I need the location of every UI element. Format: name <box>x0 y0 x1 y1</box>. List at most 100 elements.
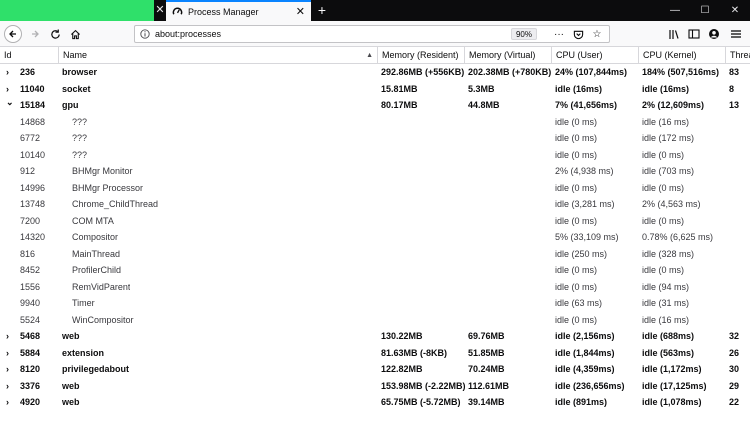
chevron-right-icon[interactable]: › <box>6 328 9 345</box>
cell-memory-resident: 153.98MB (-2.22MB) <box>381 380 466 391</box>
chevron-right-icon[interactable]: › <box>6 345 9 362</box>
cell-cpu-user: idle (0 ms) <box>555 281 598 292</box>
table-row[interactable]: 14996 BHMgr Processor idle (0 ms) idle (0 m… <box>0 180 750 197</box>
cell-name: RemVidParent <box>72 281 131 292</box>
column-header-name-label: Name <box>63 50 88 60</box>
table-row[interactable]: 816 MainThread idle (250 ms) idle (328 ms) <box>0 246 750 263</box>
sidebar-icon[interactable] <box>686 26 702 42</box>
column-header-cpu-user[interactable]: CPU (User) <box>551 47 638 64</box>
column-header-memory-virtual[interactable]: Memory (Virtual) <box>464 47 551 64</box>
table-row[interactable]: 8452 ProfilerChild idle (0 ms) idle (0 ms) <box>0 262 750 279</box>
table-row[interactable]: 14320 Compositor 5% (33,109 ms) 0.78% (6,62… <box>0 229 750 246</box>
column-header-cpu-kernel[interactable]: CPU (Kernel) <box>638 47 725 64</box>
url-input[interactable] <box>155 29 511 39</box>
cell-id: 15184 <box>20 100 46 110</box>
table-row[interactable]: 13748 Chrome_ChildThread idle (3,281 ms) 2%… <box>0 196 750 213</box>
chevron-right-icon[interactable]: › <box>6 378 9 395</box>
table-row[interactable]: 912 BHMgr Monitor 2% (4,938 ms) idle (703 m… <box>0 163 750 180</box>
cell-memory-resident: 81.63MB (-8KB) <box>381 347 448 358</box>
zoom-level-button[interactable]: 90% <box>510 28 537 40</box>
cell-cpu-user: 24% (107,844ms) <box>555 67 628 77</box>
table-row[interactable]: 1556 RemVidParent idle (0 ms) idle (94 ms) <box>0 279 750 296</box>
forward-arrow-icon[interactable] <box>26 25 44 43</box>
column-header-threads[interactable]: Threa <box>725 47 750 64</box>
cell-name: Compositor <box>72 232 119 242</box>
chevron-down-icon[interactable]: ⌄ <box>6 94 14 111</box>
cell-cpu-kernel: idle (0 ms) <box>642 182 685 193</box>
cell-memory-resident: 65.75MB (-5.72MB) <box>381 397 461 407</box>
back-arrow-icon <box>4 25 22 43</box>
navigation-bar: 90% ··· ☆ <box>0 21 750 47</box>
cell-cpu-user: idle (0 ms) <box>555 314 598 325</box>
cell-cpu-user: idle (2,156ms) <box>555 331 615 341</box>
table-row[interactable]: 10140??? idle (0 ms) idle (0 ms) <box>0 147 750 164</box>
cell-cpu-user: idle (63 ms) <box>555 298 603 308</box>
library-icon[interactable] <box>666 26 682 42</box>
info-icon[interactable] <box>140 29 150 39</box>
table-row[interactable]: ⌄ 15184 gpu 80.17MB 44.8MB 7% (41,656ms) 2% (1… <box>0 97 750 114</box>
cell-memory-resident: 15.81MB <box>381 83 418 94</box>
cell-cpu-kernel: idle (16 ms) <box>642 116 690 127</box>
cell-threads: 83 <box>729 67 740 77</box>
table-row[interactable]: 7200 COM MTA idle (0 ms) idle (0 ms) <box>0 213 750 230</box>
cell-name: web <box>62 380 80 391</box>
cell-name: BHMgr Processor <box>72 182 144 193</box>
table-row[interactable]: › 11040 socket 15.81MB 5.3MB idle (16ms) idle … <box>0 81 750 98</box>
cell-name: Chrome_ChildThread <box>72 199 159 209</box>
cell-cpu-kernel: idle (688ms) <box>642 331 695 341</box>
back-button[interactable] <box>4 25 22 43</box>
cell-cpu-user: idle (0 ms) <box>555 133 598 143</box>
cell-memory-virtual: 69.76MB <box>468 331 505 341</box>
url-bar[interactable]: 90% ··· ☆ <box>134 25 610 43</box>
cell-name: privilegedabout <box>62 364 130 374</box>
cell-name: COM MTA <box>72 215 114 226</box>
maximize-icon[interactable]: ☐ <box>690 0 720 21</box>
cell-id: 8120 <box>20 364 41 374</box>
chevron-right-icon[interactable]: › <box>6 64 9 81</box>
cell-cpu-kernel: 2% (4,563 ms) <box>642 199 701 209</box>
close-window-icon[interactable]: ✕ <box>720 0 750 21</box>
table-row[interactable]: › 3376 web 153.98MB (-2.22MB) 112.61MB idle (… <box>0 378 750 395</box>
close-tab-icon[interactable]: ✕ <box>296 5 305 18</box>
cell-cpu-user: idle (891ms) <box>555 397 608 407</box>
table-row[interactable]: › 8120 privilegedabout 122.82MB 70.24MB idle … <box>0 361 750 378</box>
tab-background[interactable] <box>0 0 154 21</box>
tab-process-manager[interactable]: Process Manager ✕ <box>166 0 311 21</box>
hamburger-menu-icon[interactable] <box>728 26 744 42</box>
table-row[interactable]: › 5468 web 130.22MB 69.76MB idle (2,156ms) idl… <box>0 328 750 345</box>
home-icon[interactable] <box>66 25 84 43</box>
chevron-right-icon[interactable]: › <box>6 361 9 378</box>
cell-cpu-user: idle (0 ms) <box>555 215 598 226</box>
table-row[interactable]: › 5884 extension 81.63MB (-8KB) 51.85MB idle … <box>0 345 750 362</box>
cell-threads: 30 <box>729 364 740 374</box>
table-row[interactable]: 6772??? idle (0 ms) idle (172 ms) <box>0 130 750 147</box>
cell-id: 11040 <box>20 83 45 94</box>
table-row[interactable]: › 4920 web 65.75MB (-5.72MB) 39.14MB idle (89… <box>0 394 750 411</box>
account-icon[interactable] <box>706 26 722 42</box>
cell-name: WinCompositor <box>72 314 134 325</box>
cell-name: Timer <box>72 298 95 308</box>
table-row[interactable]: 5524 WinCompositor idle (0 ms) idle (16 ms) <box>0 312 750 329</box>
cell-id: 1556 <box>20 281 41 292</box>
reload-icon[interactable] <box>46 25 64 43</box>
cell-cpu-kernel: 184% (507,516ms) <box>642 67 720 77</box>
pocket-icon[interactable] <box>571 27 585 41</box>
column-header-memory-resident[interactable]: Memory (Resident) <box>377 47 464 64</box>
cell-memory-resident: 130.22MB <box>381 331 423 341</box>
table-row[interactable]: 9940 Timer idle (63 ms) idle (31 ms) <box>0 295 750 312</box>
minimize-icon[interactable]: — <box>660 0 690 21</box>
table-row[interactable]: › 236 browser 292.86MB (+556KB) 202.38MB (+7… <box>0 64 750 81</box>
bookmark-star-icon[interactable]: ☆ <box>590 27 604 41</box>
cell-cpu-kernel: idle (0 ms) <box>642 265 685 275</box>
cell-cpu-kernel: idle (0 ms) <box>642 149 685 160</box>
column-header-id[interactable]: Id <box>0 47 58 64</box>
column-header-name[interactable]: Name ▲ <box>58 47 377 64</box>
close-tab-icon[interactable]: ✕ <box>154 0 166 21</box>
table-row[interactable]: 14868??? idle (0 ms) idle (16 ms) <box>0 114 750 131</box>
cell-cpu-user: idle (16ms) <box>555 83 603 94</box>
new-tab-button[interactable]: + <box>314 0 330 21</box>
window-controls: — ☐ ✕ <box>660 0 750 21</box>
page-actions-icon[interactable]: ··· <box>552 27 566 41</box>
chevron-right-icon[interactable]: › <box>6 394 9 411</box>
cell-id: 7200 <box>20 215 41 226</box>
